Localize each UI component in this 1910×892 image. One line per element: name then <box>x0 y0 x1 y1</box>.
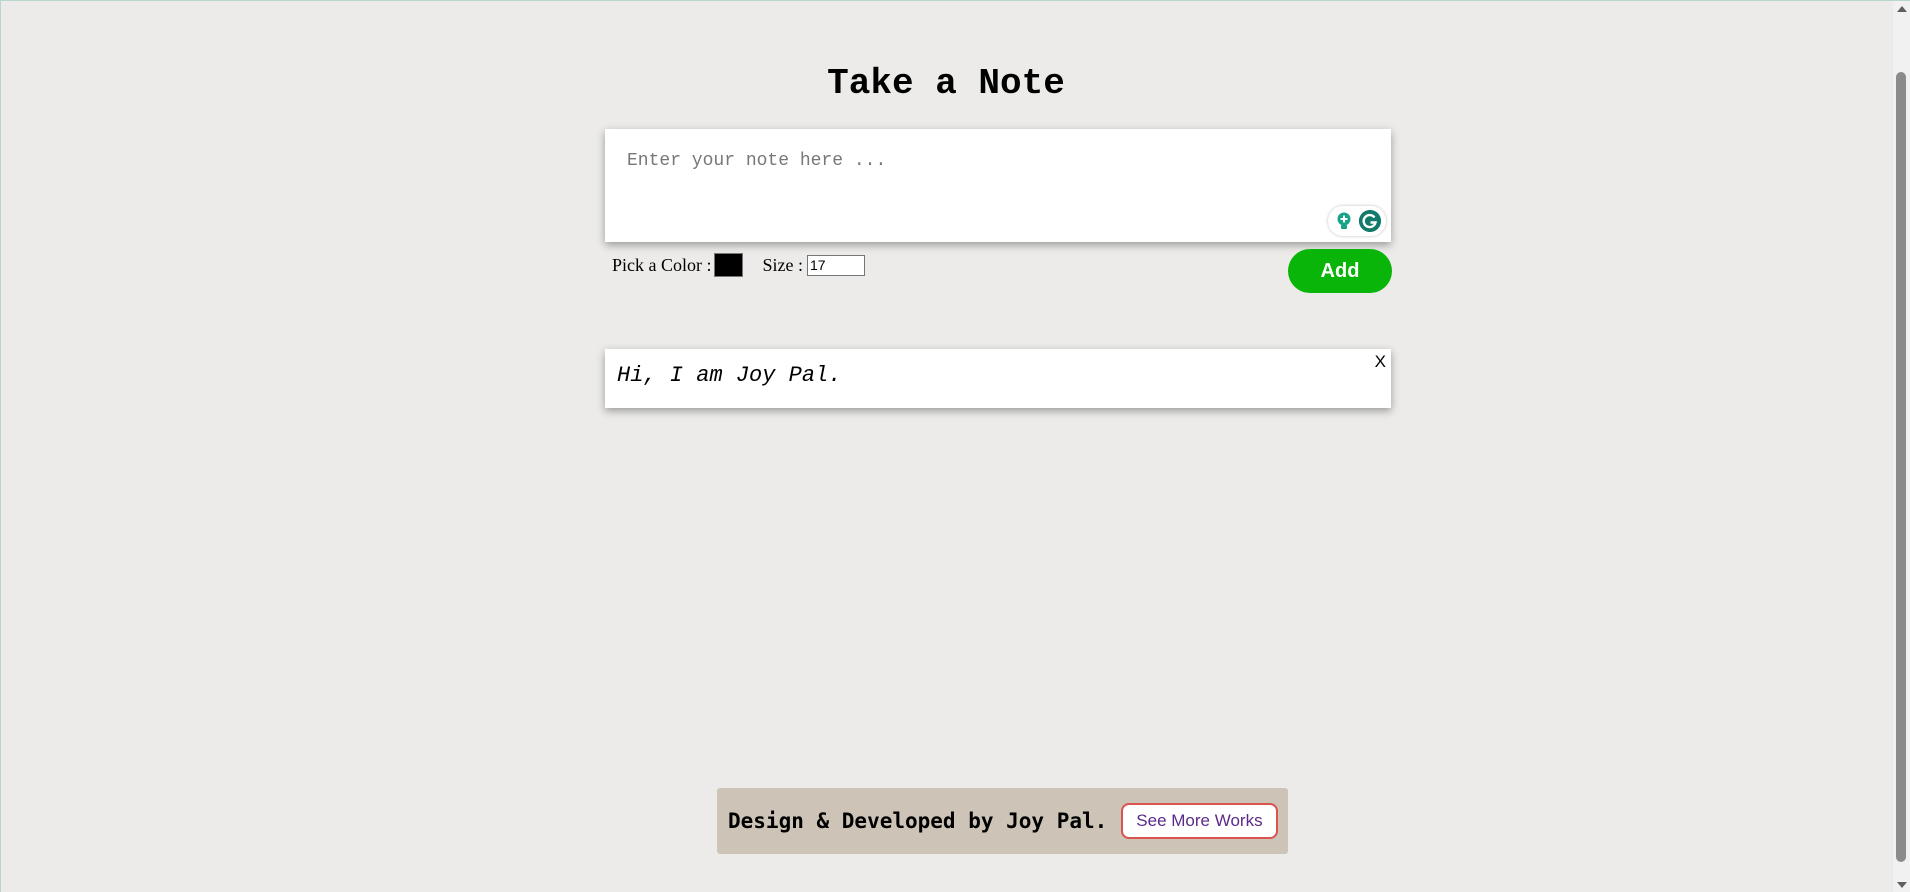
note-controls: Pick a Color : Size : <box>612 253 865 277</box>
size-input[interactable] <box>807 254 865 276</box>
note-input[interactable] <box>605 129 1391 242</box>
scroll-down-icon[interactable] <box>1897 882 1907 888</box>
see-more-works-button[interactable]: See More Works <box>1121 803 1278 839</box>
footer-credit: Design & Developed by Joy Pal. <box>728 809 1108 833</box>
footer: Design & Developed by Joy Pal. See More … <box>717 788 1288 854</box>
scroll-up-icon[interactable] <box>1897 6 1907 12</box>
grammarly-widget[interactable] <box>1328 206 1386 236</box>
page: Take a Note Pick a Color : Size <box>0 0 1910 892</box>
color-picker[interactable] <box>713 253 743 277</box>
scrollbar-thumb[interactable] <box>1896 72 1906 862</box>
scrollbar[interactable] <box>1893 1 1910 892</box>
note-card: Hi, I am Joy Pal. X <box>605 349 1391 408</box>
size-label: Size : <box>762 254 804 275</box>
note-input-container <box>605 129 1391 242</box>
note-text: Hi, I am Joy Pal. <box>617 363 842 388</box>
lightbulb-icon[interactable] <box>1332 210 1355 232</box>
grammarly-icon[interactable] <box>1359 210 1382 232</box>
page-title: Take a Note <box>827 63 1065 104</box>
color-label: Pick a Color : <box>612 254 712 275</box>
add-button[interactable]: Add <box>1288 249 1392 293</box>
delete-note-button[interactable]: X <box>1375 352 1386 372</box>
